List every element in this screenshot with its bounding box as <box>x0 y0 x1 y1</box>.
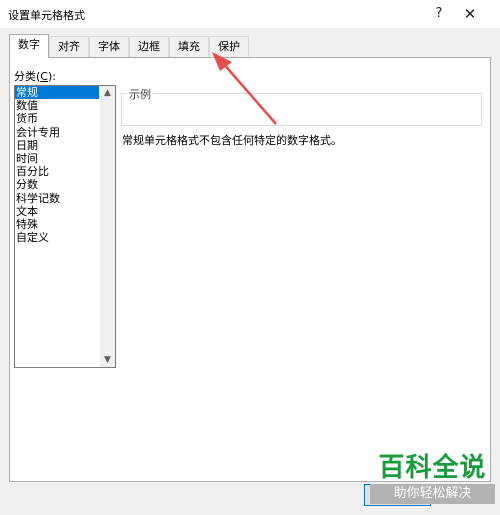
scroll-down-arrow-icon[interactable]: ▼ <box>100 355 115 365</box>
scroll-up-arrow-icon[interactable]: ▲ <box>100 88 115 98</box>
category-item[interactable]: 自定义 <box>15 231 99 244</box>
tab-fill[interactable]: 填充 <box>169 36 209 57</box>
tab-font[interactable]: 字体 <box>89 36 129 57</box>
category-item[interactable]: 货币 <box>15 112 99 125</box>
category-item[interactable]: 科学记数 <box>15 192 99 205</box>
category-item[interactable]: 时间 <box>15 152 99 165</box>
sample-legend: 示例 <box>127 86 153 102</box>
tab-alignment[interactable]: 对齐 <box>49 36 89 57</box>
watermark-main-text: 百科全说 <box>378 453 487 483</box>
category-label: 分类(C): <box>14 70 56 83</box>
help-icon[interactable]: ? <box>425 4 453 24</box>
category-item[interactable]: 特殊 <box>15 218 99 231</box>
category-item[interactable]: 会计专用 <box>15 126 99 139</box>
category-item[interactable]: 数值 <box>15 99 99 112</box>
category-item[interactable]: 文本 <box>15 205 99 218</box>
watermark-sub-text: 助你轻松解决 <box>370 484 495 504</box>
category-scrollbar[interactable]: ▲ ▼ <box>100 86 115 367</box>
category-item[interactable]: 百分比 <box>15 165 99 178</box>
format-description: 常规单元格格式不包含任何特定的数字格式。 <box>122 134 342 147</box>
dialog-titlebar: 设置单元格格式 ? ✕ <box>0 0 500 28</box>
category-item[interactable]: 日期 <box>15 139 99 152</box>
tab-border[interactable]: 边框 <box>129 36 169 57</box>
number-tab-page: 分类(C): 常规 数值 货币 会计专用 日期 时间 百分比 分数 科学记数 文本 特殊 自定义 ▲ … <box>9 57 491 482</box>
close-icon[interactable]: ✕ <box>456 4 484 24</box>
watermark-logo: 百科全说 助你轻松解决 <box>370 452 495 504</box>
tab-number[interactable]: 数字 <box>9 34 49 58</box>
dialog-title: 设置单元格格式 <box>8 9 85 22</box>
sample-group: 示例 <box>121 86 482 126</box>
tab-protection[interactable]: 保护 <box>209 36 249 57</box>
category-item[interactable]: 分数 <box>15 178 99 191</box>
category-listbox[interactable]: 常规 数值 货币 会计专用 日期 时间 百分比 分数 科学记数 文本 特殊 自定义 ▲ ▼ <box>14 85 116 368</box>
category-item[interactable]: 常规 <box>15 86 99 100</box>
